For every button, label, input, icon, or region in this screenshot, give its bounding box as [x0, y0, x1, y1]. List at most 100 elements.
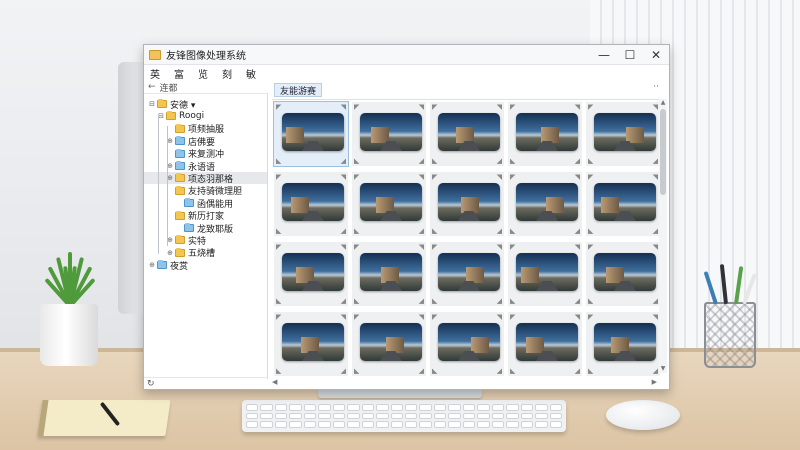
- minimize-button[interactable]: —: [591, 45, 617, 65]
- keyboard-key: [390, 412, 403, 420]
- thumbnail[interactable]: ◤ ◥ ◣ ◢: [430, 242, 504, 306]
- tree-item[interactable]: 来复测冲: [144, 148, 267, 160]
- thumbnail[interactable]: ◤ ◥ ◣ ◢: [274, 312, 348, 376]
- building-shape: [466, 267, 484, 283]
- thumbnail[interactable]: ◤ ◥ ◣ ◢: [508, 172, 582, 236]
- tree-item-label: 夜赏: [170, 261, 189, 272]
- corner-mark-icon: ◢: [652, 297, 658, 305]
- scroll-left-icon[interactable]: ◀: [272, 378, 277, 386]
- tree-item[interactable]: ⊕ 实特: [144, 234, 267, 247]
- tree-item-label: 店佛要: [188, 137, 216, 148]
- folder-icon: [184, 223, 194, 232]
- tree-item-label: 实特: [188, 236, 207, 247]
- corner-mark-icon: ◥: [652, 313, 658, 321]
- expand-toggle-icon[interactable]: ⊕: [166, 249, 174, 257]
- folder-icon: [157, 260, 167, 270]
- tree-item[interactable]: 项频抽服: [144, 123, 267, 135]
- folder-icon: [175, 235, 185, 245]
- keyboard-key: [491, 421, 505, 428]
- thumbnail[interactable]: ◤ ◥ ◣ ◢: [352, 172, 426, 236]
- plant-pot: [40, 304, 98, 366]
- thumbnail[interactable]: ◤ ◥ ◣ ◢: [508, 102, 582, 166]
- keyboard-key: [419, 421, 432, 428]
- scroll-right-icon[interactable]: ▶: [652, 378, 657, 386]
- thumbnail[interactable]: ◤ ◥ ◣ ◢: [586, 172, 660, 236]
- corner-mark-icon: ◣: [588, 157, 594, 165]
- corner-mark-icon: ◢: [340, 227, 346, 235]
- keyboard-key: [361, 421, 375, 428]
- tree-item[interactable]: ⊟ Roogi: [144, 110, 267, 122]
- menu-item-2[interactable]: 览: [198, 66, 208, 81]
- corner-mark-icon: ◤: [354, 103, 360, 111]
- thumbnail[interactable]: ◤ ◥ ◣ ◢: [508, 312, 582, 376]
- corner-mark-icon: ◥: [652, 103, 658, 111]
- corner-mark-icon: ◢: [652, 227, 658, 235]
- thumbnail[interactable]: ◤ ◥ ◣ ◢: [430, 312, 504, 376]
- menu-item-1[interactable]: 富: [174, 66, 184, 81]
- tree-item[interactable]: 龙致耶版: [144, 222, 267, 235]
- thumbnail[interactable]: ◤ ◥ ◣ ◢: [352, 312, 426, 376]
- tree-item[interactable]: ⊟ 安德 ▾: [144, 98, 267, 111]
- tree-item[interactable]: 新历打家: [144, 210, 267, 222]
- menu-item-4[interactable]: 敏: [246, 66, 256, 81]
- tree-item-label: 龙致耶版: [197, 224, 234, 235]
- keyboard-key: [274, 404, 288, 411]
- thumbnail[interactable]: ◤ ◥ ◣ ◢: [273, 101, 349, 167]
- folder-icon: [175, 173, 185, 183]
- tree-item[interactable]: ⊕ 店佛要: [144, 135, 267, 148]
- thumbnail[interactable]: ◤ ◥ ◣ ◢: [274, 242, 348, 306]
- folder-icon: [175, 161, 185, 170]
- thumbnail[interactable]: ◤ ◥ ◣ ◢: [352, 242, 426, 306]
- tree-item-label: 永语语: [188, 162, 216, 173]
- tab-gallery[interactable]: 友能游赛: [274, 83, 323, 97]
- tree-item[interactable]: 友持骑微理胆: [144, 185, 267, 197]
- corner-mark-icon: ◣: [276, 157, 282, 165]
- tree-item[interactable]: ⊕ 夜赏: [144, 259, 267, 272]
- keyboard-key: [448, 421, 461, 428]
- corner-mark-icon: ◣: [588, 297, 594, 305]
- horizontal-scrollbar[interactable]: ◀ ▶: [272, 377, 657, 387]
- expand-toggle-icon[interactable]: ⊕: [148, 261, 156, 269]
- menu-item-3[interactable]: 刻: [222, 66, 232, 81]
- architecture-photo: [594, 113, 656, 151]
- nav-back-label[interactable]: 连都: [160, 81, 178, 94]
- tree-item[interactable]: ⊕ 项态羽那格: [144, 172, 267, 185]
- more-options-icon[interactable]: ··: [653, 82, 659, 92]
- thumbnail[interactable]: ◤ ◥ ◣ ◢: [430, 102, 504, 166]
- corner-mark-icon: ◣: [432, 297, 438, 305]
- scrollbar-thumb[interactable]: [660, 109, 666, 195]
- corner-mark-icon: ◢: [652, 157, 658, 165]
- tree-connector-line: [158, 114, 159, 254]
- tree-item[interactable]: ⊕ 五烧槽: [144, 247, 267, 259]
- thumbnail[interactable]: ◤ ◥ ◣ ◢: [586, 242, 660, 306]
- building-shape: [376, 197, 394, 213]
- expand-toggle-icon[interactable]: ⊟: [148, 100, 156, 108]
- refresh-icon[interactable]: ↻: [147, 379, 155, 389]
- thumbnail[interactable]: ◤ ◥ ◣ ◢: [274, 172, 348, 236]
- architecture-photo: [516, 253, 578, 291]
- thumbnail[interactable]: ◤ ◥ ◣ ◢: [586, 312, 660, 376]
- building-shape: [386, 337, 404, 353]
- keyboard-key: [289, 412, 302, 420]
- scroll-down-icon[interactable]: ▼: [659, 365, 667, 373]
- back-arrow-icon[interactable]: ←: [148, 82, 156, 92]
- menu-item-0[interactable]: 英: [150, 66, 160, 81]
- close-button[interactable]: ✕: [643, 45, 669, 65]
- thumbnail[interactable]: ◤ ◥ ◣ ◢: [586, 102, 660, 166]
- vertical-scrollbar[interactable]: ▲ ▼: [659, 99, 667, 373]
- thumbnail[interactable]: ◤ ◥ ◣ ◢: [430, 172, 504, 236]
- corner-mark-icon: ◥: [496, 243, 502, 251]
- corner-mark-icon: ◥: [418, 173, 424, 181]
- maximize-button[interactable]: ☐: [617, 45, 643, 65]
- scroll-up-icon[interactable]: ▲: [659, 99, 667, 107]
- tree-connector-line: [167, 126, 168, 246]
- tree-item[interactable]: 函偶能用: [144, 197, 267, 210]
- tree-item[interactable]: ⊕ 永语语: [144, 160, 267, 173]
- building-shape: [541, 127, 559, 143]
- thumbnail[interactable]: ◤ ◥ ◣ ◢: [508, 242, 582, 306]
- thumbnail[interactable]: ◤ ◥ ◣ ◢: [352, 102, 426, 166]
- keyboard-key: [376, 412, 389, 420]
- corner-mark-icon: ◢: [418, 157, 424, 165]
- corner-mark-icon: ◣: [510, 367, 516, 375]
- architecture-photo: [282, 183, 344, 221]
